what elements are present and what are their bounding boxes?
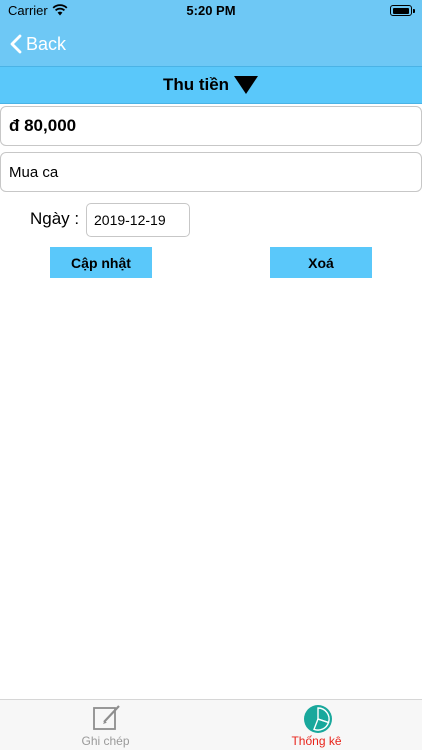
tab-notes[interactable]: Ghi chép xyxy=(0,700,211,750)
note-field[interactable]: Mua ca xyxy=(0,152,422,192)
status-bar: Carrier 5:20 PM xyxy=(0,0,422,22)
tab-statistics-label: Thống kê xyxy=(291,734,342,748)
tab-bar: Ghi chép Thống kê xyxy=(0,699,422,750)
chevron-left-icon xyxy=(10,34,22,54)
date-value: 2019-12-19 xyxy=(94,212,166,228)
type-selector[interactable]: Thu tiền xyxy=(0,66,422,104)
tab-notes-label: Ghi chép xyxy=(81,734,130,748)
edit-note-icon xyxy=(92,704,122,737)
amount-value: đ 80,000 xyxy=(9,116,77,135)
delete-button[interactable]: Xoá xyxy=(270,247,372,278)
navigation-bar: Back xyxy=(0,22,422,66)
triangle-down-icon xyxy=(234,76,259,94)
date-label: Ngày : xyxy=(30,209,80,228)
clock: 5:20 PM xyxy=(186,3,236,18)
battery-icon xyxy=(390,5,415,16)
type-selector-label: Thu tiền xyxy=(162,75,230,94)
back-button[interactable]: Back xyxy=(10,31,66,57)
back-label: Back xyxy=(26,33,67,54)
amount-field[interactable]: đ 80,000 xyxy=(0,106,422,146)
tab-statistics[interactable]: Thống kê xyxy=(211,700,422,750)
date-field[interactable]: 2019-12-19 xyxy=(86,203,190,237)
battery-level xyxy=(392,7,409,14)
note-value: Mua ca xyxy=(9,163,59,181)
update-button[interactable]: Cập nhật xyxy=(50,247,152,278)
